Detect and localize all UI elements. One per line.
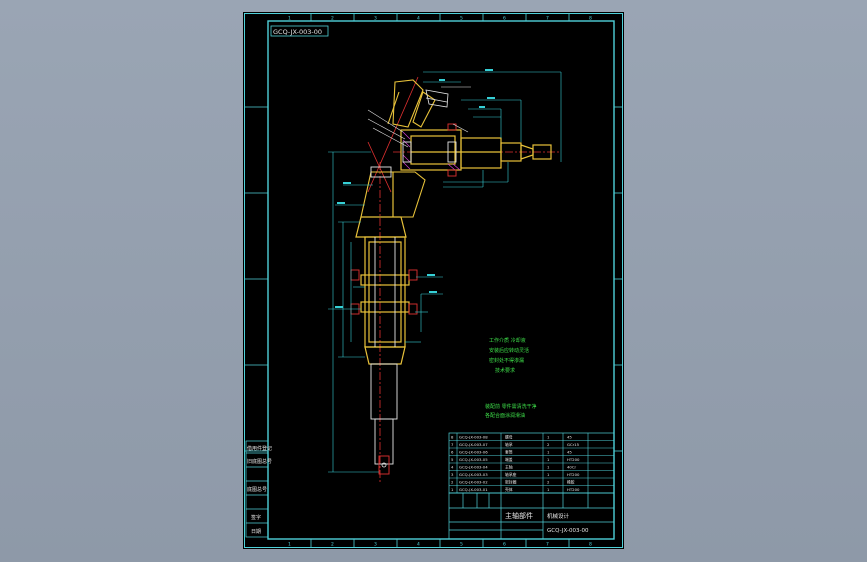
- zone-number-bottom: 6: [503, 542, 506, 548]
- zone-number-bottom: 4: [417, 542, 420, 548]
- bom-cell: 主轴: [505, 465, 513, 470]
- bom-cell: 1: [547, 472, 550, 477]
- left-block-label-5: 日期: [251, 529, 261, 535]
- drawing-code-label: GCQ-JX-003-00: [273, 28, 322, 36]
- bom-cell: GCQ-JX-003-02: [459, 480, 488, 485]
- bom-cell: GCQ-JX-003-06: [459, 450, 488, 455]
- title-block-drawing-no: GCQ-JX-003-00: [547, 528, 589, 534]
- bom-cell: 45: [567, 450, 572, 455]
- bom-cell: GCQ-JX-003-04: [459, 465, 488, 470]
- bom-cell: GCQ-JX-003-08: [459, 435, 488, 440]
- seal-bottom: [447, 169, 457, 177]
- bom-cell: GCr15: [567, 442, 580, 447]
- bom-cell: 3: [451, 472, 454, 477]
- bom-cell: 1: [547, 465, 550, 470]
- bom-cell: 45: [567, 435, 572, 440]
- zone-number-top: 4: [417, 16, 420, 22]
- bom-cell: GCQ-JX-003-03: [459, 472, 488, 477]
- tech-req-line-2: 各配合面涂润滑油: [485, 412, 525, 419]
- bom-cell: HT200: [567, 457, 580, 462]
- bom-cell: 1: [547, 457, 550, 462]
- assembly-drawing: 1122334455667788 GCQ-JX-003-00 借用件登记 旧底图…: [244, 13, 623, 548]
- bom-cell: 40Cr: [567, 465, 576, 470]
- tech-req-line-1: 装配前 零件需清洗干净: [485, 403, 537, 410]
- bom-cell: 套筒: [505, 450, 513, 455]
- bom-cell: 轴承座: [505, 472, 517, 477]
- bom-cell: HT200: [567, 487, 580, 492]
- zone-number-bottom: 2: [331, 542, 334, 548]
- zone-number-top: 1: [288, 16, 291, 22]
- title-block-name: 主轴部件: [505, 511, 533, 520]
- bom-cell: GCQ-JX-003-05: [459, 457, 488, 462]
- bom-cell: 橡胶: [567, 480, 575, 485]
- left-block-label-3: 底图总号: [247, 486, 267, 493]
- cad-viewport: 1122334455667788 GCQ-JX-003-00 借用件登记 旧底图…: [0, 0, 867, 562]
- bottom-nozzle: [378, 455, 390, 475]
- spindle-housing: [400, 129, 552, 171]
- note-line-3: 密封处不得渗漏: [489, 357, 524, 364]
- note-line-1: 工作介质 冷却液: [489, 337, 526, 344]
- bom-cell: 2: [451, 480, 454, 485]
- left-block-label-4: 签字: [251, 514, 261, 521]
- bom-cell: 轴承: [505, 442, 513, 447]
- bom-cell: 1: [547, 487, 550, 492]
- bom-cell: 1: [547, 450, 550, 455]
- drawing-sheet: 1122334455667788 GCQ-JX-003-00 借用件登记 旧底图…: [243, 12, 624, 549]
- bom-cell: 2: [547, 442, 550, 447]
- note-line-2: 安装后应转动灵活: [489, 347, 529, 354]
- bom-cell: 密封圈: [505, 480, 517, 485]
- bom-cell: 1: [451, 487, 454, 492]
- note-line-4: 技术要求: [495, 367, 515, 374]
- zone-number-bottom: 7: [546, 542, 549, 548]
- bom-cell: 7: [451, 442, 454, 447]
- zone-number-bottom: 8: [589, 542, 592, 548]
- zone-ticks: [244, 13, 622, 547]
- bom-cell: 6: [451, 450, 454, 455]
- zone-number-top: 7: [546, 16, 549, 22]
- bom-cell: GCQ-JX-003-01: [459, 487, 488, 492]
- bill-of-materials: 8 GCQ-JX-003-08 螺母 1 457 GCQ-JX-003-07 轴承 2 GCr1…: [448, 432, 615, 494]
- zone-number-top: 5: [460, 16, 463, 22]
- bom-cell: 1: [547, 435, 550, 440]
- bom-cell: 螺母: [505, 435, 513, 440]
- zone-number-top: 8: [589, 16, 592, 22]
- bom-cell: 端盖: [505, 457, 513, 462]
- bom-cell: 5: [451, 457, 454, 462]
- bom-cell: 4: [451, 465, 454, 470]
- left-block-label-2: 旧底图总号: [247, 458, 272, 465]
- bom-cell: HT200: [567, 472, 580, 477]
- upper-arm-cap: [425, 89, 449, 108]
- elbow-block: [360, 171, 426, 218]
- zone-number-top: 2: [331, 16, 334, 22]
- left-block-label-1: 借用件登记: [247, 445, 272, 452]
- column-inner-shaft: [370, 237, 398, 465]
- inner-frame: [267, 20, 615, 540]
- bom-cell: GCQ-JX-003-07: [459, 442, 488, 447]
- zone-number-bottom: 3: [374, 542, 377, 548]
- outer-frame: [244, 13, 623, 548]
- zone-number-top: 3: [374, 16, 377, 22]
- zone-number-bottom: 5: [460, 542, 463, 548]
- bom-cell: 8: [451, 435, 454, 440]
- zone-number-top: 6: [503, 16, 506, 22]
- title-block-company: 机械设计: [547, 512, 570, 520]
- vertical-column: [355, 216, 410, 365]
- bom-cell: 壳体: [505, 487, 513, 492]
- bom-cell: 2: [547, 480, 550, 485]
- upper-arm: [387, 79, 436, 128]
- zone-number-bottom: 1: [288, 542, 291, 548]
